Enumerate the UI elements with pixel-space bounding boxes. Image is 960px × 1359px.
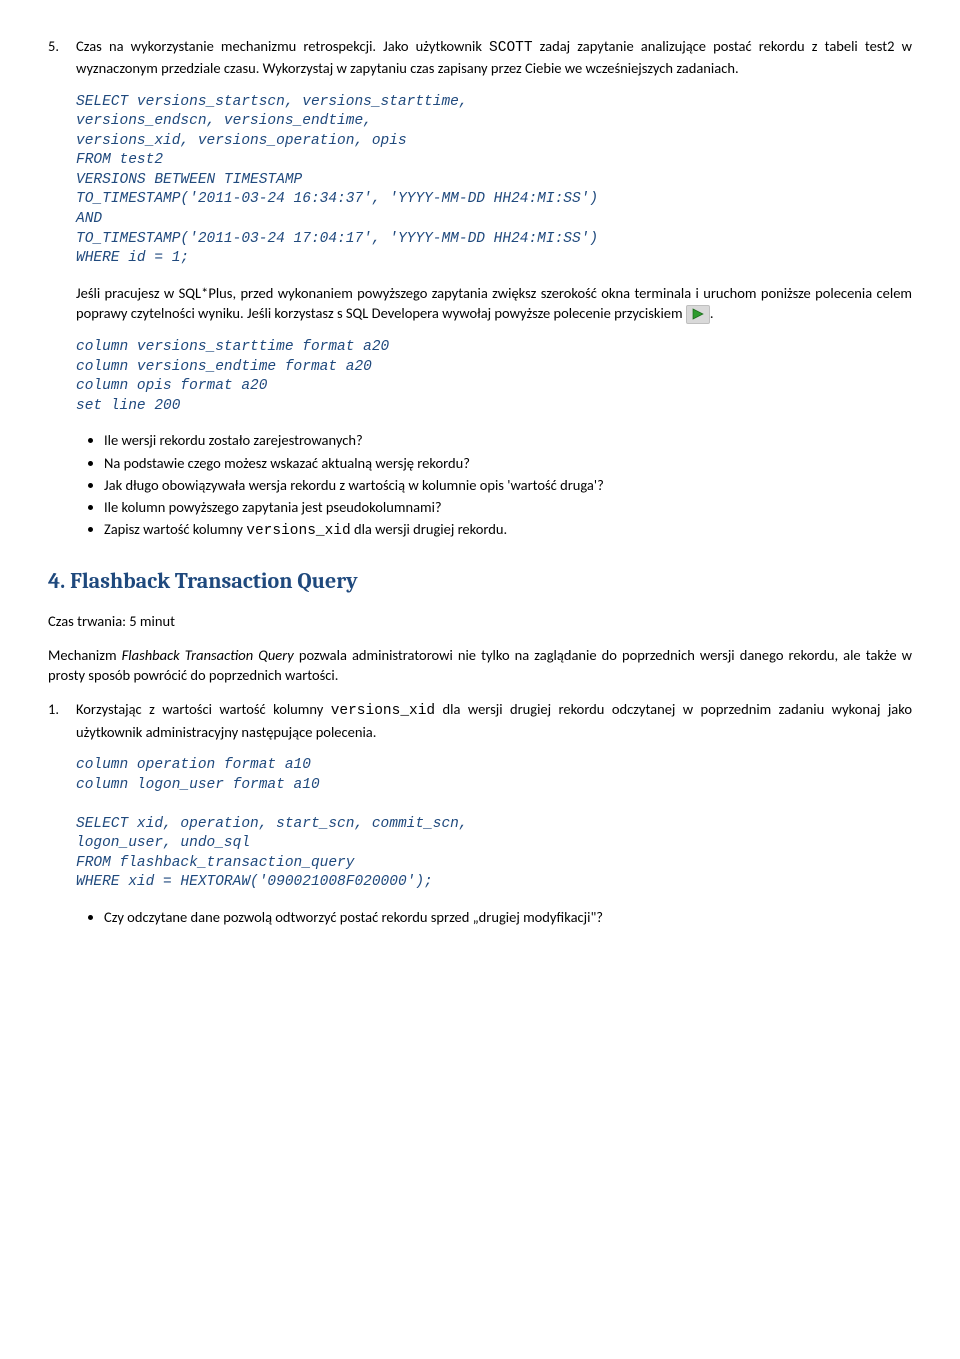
inline-code: versions_xid [331, 703, 435, 719]
sql-code-block-3: column operation format a10 column logon… [76, 756, 912, 893]
list-item: Zapisz wartość kolumny versions_xid dla … [104, 519, 912, 541]
text: Czas na wykorzystanie mechanizmu retrosp… [76, 37, 489, 55]
item-body: Czas na wykorzystanie mechanizmu retrosp… [76, 36, 912, 79]
list-item: Ile kolumn powyższego zapytania jest pse… [104, 497, 912, 517]
text: dla wersji drugiej rekordu. [351, 520, 507, 538]
italic-text: Flashback Transaction Query [122, 646, 294, 664]
text: Jeśli pracujesz w SQL*Plus, przed wykona… [76, 284, 912, 322]
list-item-5: 5. Czas na wykorzystanie mechanizmu retr… [48, 36, 912, 79]
inline-code: versions_xid [246, 523, 350, 539]
section-heading: 4. Flashback Transaction Query [48, 566, 912, 597]
intro-paragraph: Mechanizm Flashback Transaction Query po… [48, 645, 912, 686]
inline-code: SCOTT [489, 40, 533, 56]
text: Mechanizm [48, 646, 122, 664]
text: Korzystając z wartości wartość kolumny [76, 700, 331, 718]
sql-code-block-1: SELECT versions_startscn, versions_start… [76, 93, 912, 269]
list-item: Czy odczytane dane pozwolą odtworzyć pos… [104, 907, 912, 927]
list-item-1: 1. Korzystając z wartości wartość kolumn… [48, 699, 912, 742]
sql-code-block-2: column versions_starttime format a20 col… [76, 338, 912, 416]
text: Zapisz wartość kolumny [104, 520, 246, 538]
item-number: 1. [48, 699, 76, 742]
list-item: Ile wersji rekordu zostało zarejestrowan… [104, 430, 912, 450]
bullet-list-1: Ile wersji rekordu zostało zarejestrowan… [76, 430, 912, 541]
list-item: Jak długo obowiązywała wersja rekordu z … [104, 475, 912, 495]
duration-line: Czas trwania: 5 minut [48, 611, 912, 631]
list-item: Na podstawie czego możesz wskazać aktual… [104, 453, 912, 473]
run-button-icon [686, 305, 710, 324]
bullet-list-2: Czy odczytane dane pozwolą odtworzyć pos… [76, 907, 912, 927]
item-body: Korzystając z wartości wartość kolumny v… [76, 699, 912, 742]
item-number: 5. [48, 36, 76, 79]
text: . [710, 304, 714, 322]
paragraph: Jeśli pracujesz w SQL*Plus, przed wykona… [76, 283, 912, 324]
